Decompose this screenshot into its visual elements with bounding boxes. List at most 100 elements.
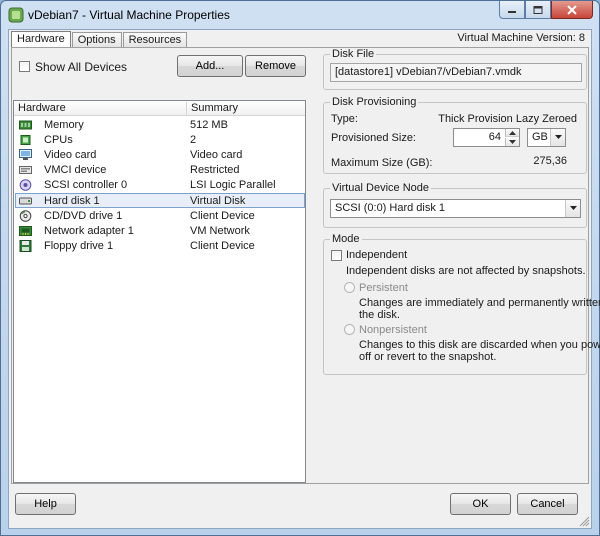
device-summary: Client Device — [190, 240, 255, 252]
persistent-label: Persistent — [359, 282, 408, 294]
independent-label: Independent — [346, 249, 408, 261]
cpu-icon — [20, 135, 31, 145]
resize-grip-icon[interactable] — [578, 515, 590, 527]
chevron-down-icon — [570, 206, 577, 210]
provisioned-size-spinner[interactable]: 64 — [453, 128, 520, 147]
provisioned-size-label: Provisioned Size: — [331, 132, 416, 144]
hard-disk-icon — [19, 197, 32, 205]
device-row-scsi-controller[interactable]: SCSI controller 0 LSI Logic Parallel — [16, 178, 304, 193]
maximize-button[interactable] — [525, 1, 551, 19]
tab-resources[interactable]: Resources — [122, 32, 188, 48]
device-summary: Video card — [190, 149, 243, 161]
vm-version-label: Virtual Machine Version: 8 — [457, 32, 585, 44]
independent-description: Independent disks are not affected by sn… — [346, 265, 586, 277]
device-summary: 512 MB — [190, 119, 228, 131]
maximize-icon — [533, 5, 543, 14]
device-row-cd-dvd[interactable]: CD/DVD drive 1 Client Device — [16, 209, 304, 224]
vmci-icon — [19, 166, 32, 174]
window-title: vDebian7 - Virtual Machine Properties — [28, 8, 230, 22]
cancel-button[interactable]: Cancel — [517, 493, 578, 515]
minimize-icon — [508, 10, 516, 13]
mode-title: Mode — [330, 233, 362, 245]
device-name: Memory — [44, 119, 84, 131]
independent-checkbox[interactable] — [331, 250, 342, 261]
device-list[interactable]: Hardware Summary Memory 512 MB CPUs 2 Vi… — [13, 100, 306, 483]
minimize-button[interactable] — [499, 1, 525, 19]
network-adapter-icon — [19, 226, 32, 236]
device-name: VMCI device — [44, 164, 107, 176]
virtual-device-node-group: Virtual Device Node SCSI (0:0) Hard disk… — [323, 182, 587, 228]
size-unit-select[interactable]: GB — [527, 128, 566, 147]
provisioned-size-value: 64 — [488, 131, 501, 143]
disk-file-group: Disk File [datastore1] vDebian7/vDebian7… — [323, 48, 587, 90]
remove-device-button[interactable]: Remove — [245, 55, 306, 77]
device-name: SCSI controller 0 — [44, 179, 128, 191]
chevron-down-icon — [509, 140, 516, 144]
virtual-device-node-select[interactable]: SCSI (0:0) Hard disk 1 — [330, 199, 581, 218]
persistent-description-line-1: Changes are immediately and permanently … — [359, 297, 600, 309]
properties-window: vDebian7 - Virtual Machine Properties Ha… — [0, 0, 600, 536]
nonpersistent-description-line-2: off or revert to the snapshot. — [359, 351, 497, 363]
device-summary: Virtual Disk — [190, 195, 246, 207]
device-row-vmci[interactable]: VMCI device Restricted — [16, 163, 304, 178]
device-name: Floppy drive 1 — [44, 240, 114, 252]
size-unit-value: GB — [532, 131, 548, 143]
hardware-tab-panel: Show All Devices Add... Remove Hardware … — [11, 47, 600, 484]
mode-group: Mode Independent Independent disks are n… — [323, 233, 600, 375]
device-summary: Restricted — [190, 164, 240, 176]
nonpersistent-radio[interactable] — [344, 324, 355, 335]
device-list-header: Hardware Summary — [14, 101, 305, 116]
virtual-device-node-title: Virtual Device Node — [330, 182, 432, 194]
provisioning-type-value: Thick Provision Lazy Zeroed — [438, 113, 577, 125]
dialog-client-area: Hardware Options Resources Virtual Machi… — [8, 29, 600, 529]
spinner-down-button[interactable] — [505, 138, 519, 146]
close-button[interactable] — [551, 1, 593, 19]
disk-provisioning-group: Disk Provisioning Type: Thick Provision … — [323, 96, 587, 174]
column-hardware[interactable]: Hardware — [14, 102, 186, 115]
virtual-device-node-value: SCSI (0:0) Hard disk 1 — [335, 202, 446, 214]
title-bar[interactable]: vDebian7 - Virtual Machine Properties — [1, 1, 599, 29]
spinner-up-button[interactable] — [505, 129, 519, 137]
tab-options[interactable]: Options — [71, 32, 122, 48]
ok-button[interactable]: OK — [450, 493, 511, 515]
vsphere-app-icon — [8, 7, 24, 23]
device-name: Hard disk 1 — [44, 195, 100, 207]
device-name: CD/DVD drive 1 — [44, 210, 123, 222]
close-icon — [567, 5, 577, 14]
device-name: Video card — [44, 149, 97, 161]
type-label: Type: — [331, 113, 358, 125]
device-name: Network adapter 1 — [44, 225, 134, 237]
device-summary: 2 — [190, 134, 197, 146]
nonpersistent-label: Nonpersistent — [359, 324, 427, 336]
device-summary: VM Network — [190, 225, 250, 237]
device-row-cpus[interactable]: CPUs 2 — [16, 133, 304, 148]
device-name: CPUs — [44, 134, 73, 146]
persistent-description-line-2: the disk. — [359, 309, 400, 321]
scsi-controller-icon — [19, 179, 32, 191]
monitor-icon — [19, 149, 32, 160]
disk-file-title: Disk File — [330, 48, 377, 60]
disk-file-path-field: [datastore1] vDebian7/vDebian7.vmdk — [330, 63, 582, 82]
device-summary: Client Device — [190, 210, 255, 222]
add-device-button[interactable]: Add... — [177, 55, 243, 77]
device-summary: LSI Logic Parallel — [190, 179, 276, 191]
cd-dvd-icon — [19, 210, 32, 222]
device-row-hard-disk[interactable]: Hard disk 1 Virtual Disk — [15, 193, 305, 208]
device-row-video-card[interactable]: Video card Video card — [16, 148, 304, 163]
disk-provisioning-title: Disk Provisioning — [330, 96, 419, 108]
floppy-icon — [19, 240, 32, 252]
chevron-up-icon — [509, 131, 516, 135]
device-row-network-adapter[interactable]: Network adapter 1 VM Network — [16, 224, 304, 239]
tab-strip: Hardware Options Resources — [11, 30, 188, 49]
column-summary[interactable]: Summary — [186, 102, 305, 115]
maximum-size-label: Maximum Size (GB): — [331, 157, 433, 169]
maximum-size-value: 275,36 — [533, 155, 567, 167]
nonpersistent-description-line-1: Changes to this disk are discarded when … — [359, 339, 600, 351]
device-row-memory[interactable]: Memory 512 MB — [16, 118, 304, 133]
help-button[interactable]: Help — [15, 493, 76, 515]
persistent-radio[interactable] — [344, 282, 355, 293]
device-row-floppy[interactable]: Floppy drive 1 Client Device — [16, 239, 304, 254]
memory-icon — [19, 120, 32, 130]
show-all-devices-label: Show All Devices — [35, 60, 128, 74]
show-all-devices-checkbox[interactable] — [19, 61, 30, 72]
